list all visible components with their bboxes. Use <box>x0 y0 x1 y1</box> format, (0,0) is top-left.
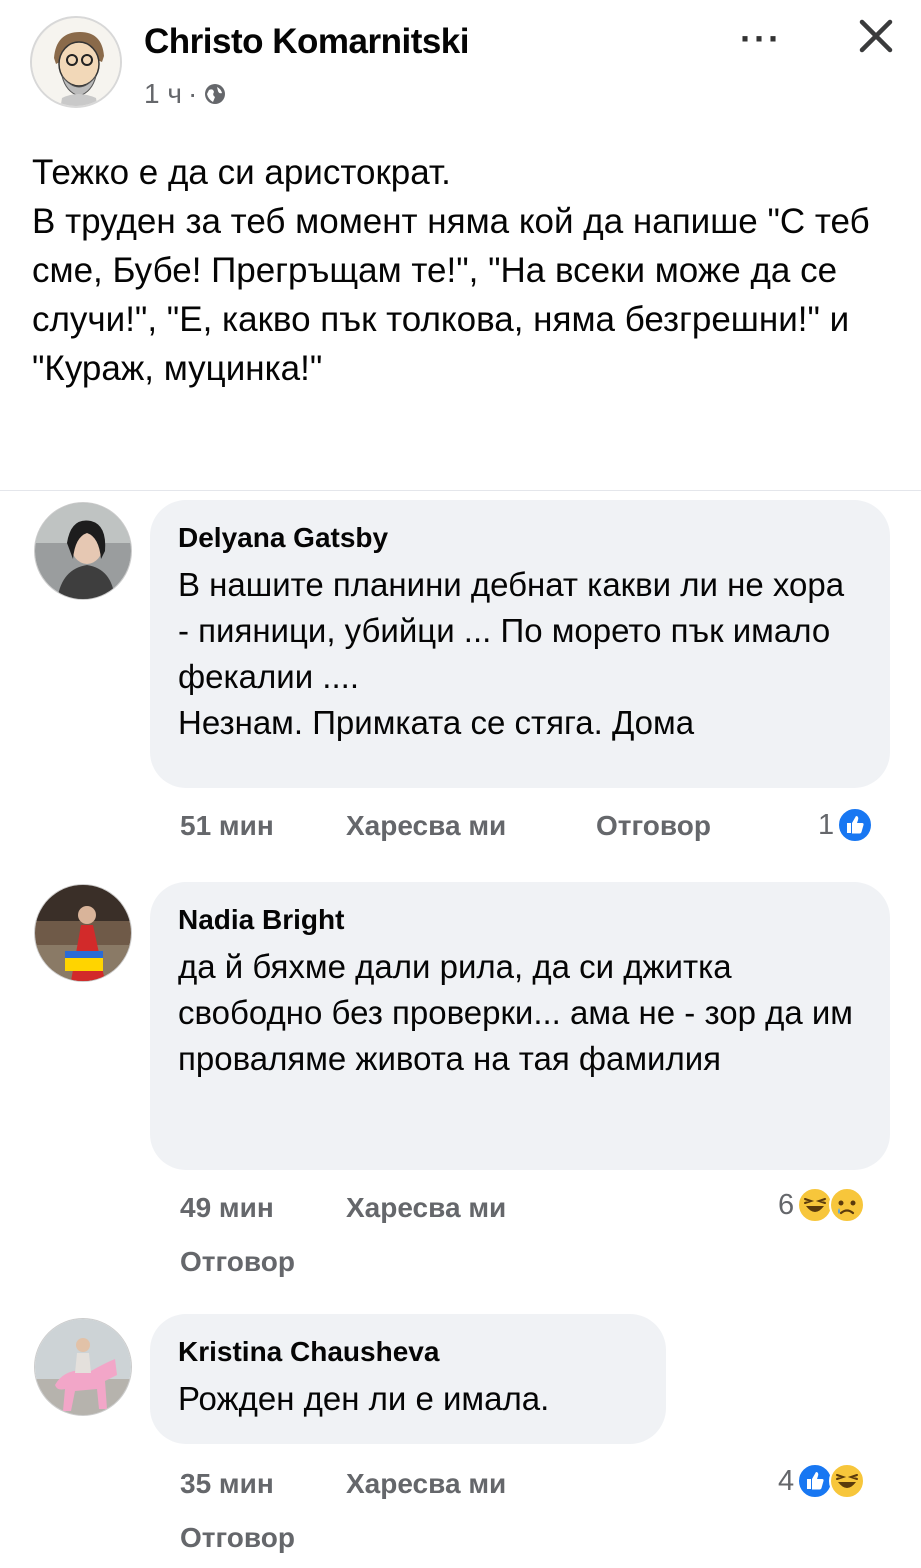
sad-icon <box>829 1187 866 1223</box>
comment-author[interactable]: Nadia Bright <box>178 904 862 936</box>
reply-button[interactable]: Отговор <box>180 1522 295 1554</box>
comment-bubble: Nadia Bright да й бяхме дали рила, да си… <box>150 882 890 1170</box>
post-text: Тежко е да си аристократ. В труден за те… <box>32 153 870 388</box>
like-button[interactable]: Харесва ми <box>346 1192 506 1224</box>
comment-avatar[interactable] <box>34 502 132 600</box>
post-time[interactable]: 1 ч <box>144 78 182 110</box>
reaction-summary[interactable]: 1 <box>818 806 874 844</box>
comment-text: да й бяхме дали рила, да си джитка свобо… <box>178 948 853 1077</box>
close-icon[interactable] <box>852 12 900 60</box>
post-header: Christo Komarnitski 1 ч · ··· <box>0 0 921 130</box>
reaction-summary[interactable]: 6 <box>778 1186 866 1224</box>
comment-author[interactable]: Kristina Chausheva <box>178 1336 638 1368</box>
comment-author[interactable]: Delyana Gatsby <box>178 522 862 554</box>
comment-avatar[interactable] <box>34 884 132 982</box>
comment-time[interactable]: 35 мин <box>180 1468 274 1500</box>
comment-avatar[interactable] <box>34 1318 132 1416</box>
reply-button[interactable]: Отговор <box>180 1246 295 1278</box>
like-button[interactable]: Харесва ми <box>346 1468 506 1500</box>
post-author[interactable]: Christo Komarnitski <box>144 22 470 62</box>
divider <box>0 490 921 491</box>
reaction-count: 6 <box>778 1188 795 1221</box>
meta-separator: · <box>187 78 198 109</box>
post-meta: 1 ч · <box>144 78 227 110</box>
reaction-count: 1 <box>818 808 835 841</box>
comment-bubble: Kristina Chausheva Рожден ден ли е имала… <box>150 1314 666 1444</box>
reaction-summary[interactable]: 4 <box>778 1462 866 1500</box>
comment-text: Рожден ден ли е имала. <box>178 1380 550 1417</box>
globe-icon <box>205 84 226 104</box>
comment-text: В нашите планини дебнат какви ли не хора… <box>178 566 845 741</box>
like-icon <box>837 807 874 843</box>
more-options-button[interactable]: ··· <box>740 18 782 60</box>
reply-button[interactable]: Отговор <box>596 810 711 842</box>
comment-time[interactable]: 49 мин <box>180 1192 274 1224</box>
author-avatar[interactable] <box>30 16 122 108</box>
reaction-count: 4 <box>778 1464 795 1497</box>
like-button[interactable]: Харесва ми <box>346 810 506 842</box>
comment-bubble: Delyana Gatsby В нашите планини дебнат к… <box>150 500 890 788</box>
comment-time[interactable]: 51 мин <box>180 810 274 842</box>
haha-icon <box>829 1463 866 1499</box>
